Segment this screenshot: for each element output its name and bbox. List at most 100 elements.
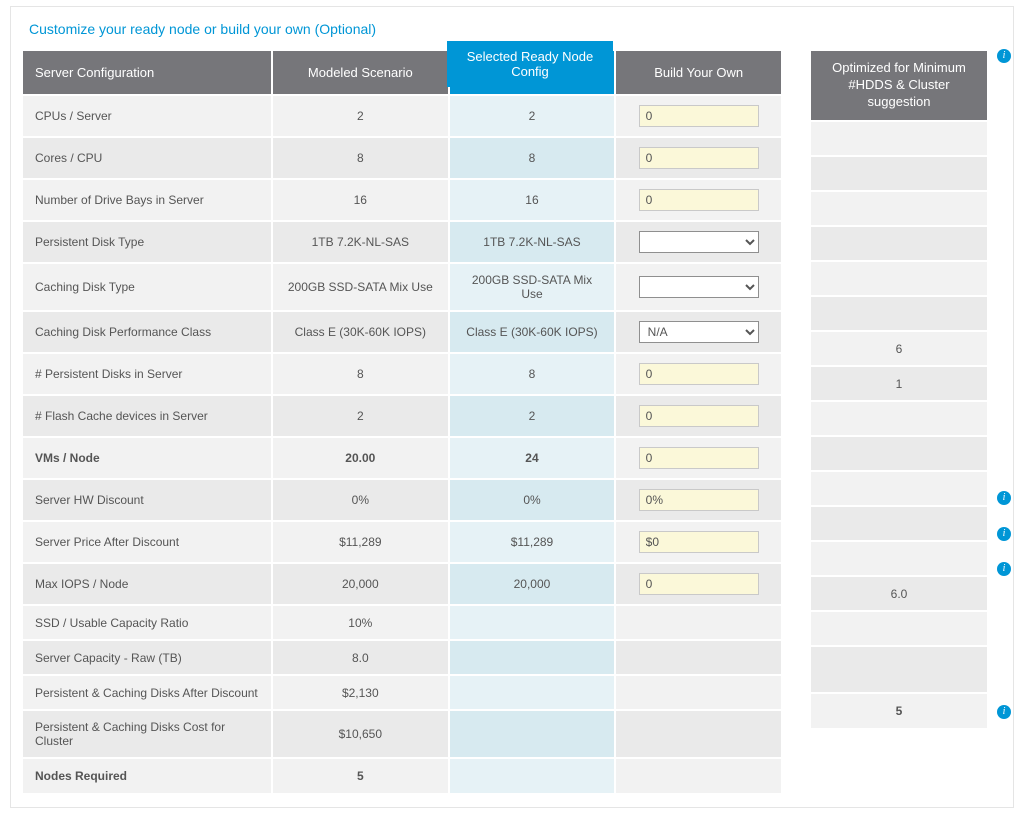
info-icon[interactable]: [997, 491, 1011, 505]
col-modeled-scenario: Modeled Scenario: [272, 51, 449, 95]
optimized-row: [811, 401, 987, 436]
modeled-value: Class E (30K-60K IOPS): [272, 311, 449, 353]
modeled-value: 200GB SSD-SATA Mix Use: [272, 263, 449, 311]
optimized-row: [811, 471, 987, 506]
optimized-value: [811, 471, 987, 506]
optimized-row: 5: [811, 693, 987, 728]
byo-cell: [615, 395, 782, 437]
optimized-value: [811, 541, 987, 576]
row-label: Persistent Disk Type: [23, 221, 272, 263]
byo-cell: [615, 758, 782, 793]
byo-input-bays[interactable]: [639, 189, 759, 211]
config-table: Server Configuration Modeled Scenario Se…: [23, 51, 783, 793]
col-build-your-own: Build Your Own: [615, 51, 782, 95]
optimized-value: [811, 261, 987, 296]
table-row: Persistent & Caching Disks Cost for Clus…: [23, 710, 782, 758]
modeled-value: $11,289: [272, 521, 449, 563]
row-label: # Flash Cache devices in Server: [23, 395, 272, 437]
byo-cell: [615, 263, 782, 311]
optimized-value: 1: [811, 366, 987, 401]
byo-select-pdisk_type[interactable]: [639, 231, 759, 253]
main-table-container: Selected Ready Node Config Server Config…: [23, 51, 783, 793]
byo-input-vms[interactable]: [639, 447, 759, 469]
byo-cell: [615, 521, 782, 563]
modeled-value: 8: [272, 137, 449, 179]
selected-value: 1TB 7.2K-NL-SAS: [449, 221, 616, 263]
byo-cell: [615, 675, 782, 710]
table-row: # Flash Cache devices in Server22: [23, 395, 782, 437]
modeled-value: 5: [272, 758, 449, 793]
optimized-row: 6: [811, 331, 987, 366]
selected-value: 200GB SSD-SATA Mix Use: [449, 263, 616, 311]
table-row: Caching Disk Type200GB SSD-SATA Mix Use2…: [23, 263, 782, 311]
table-row: Cores / CPU88: [23, 137, 782, 179]
selected-value: 8: [449, 353, 616, 395]
row-label: CPUs / Server: [23, 95, 272, 137]
row-label: Server Price After Discount: [23, 521, 272, 563]
byo-cell: [615, 605, 782, 640]
info-icon[interactable]: [997, 562, 1011, 576]
selected-value: 8: [449, 137, 616, 179]
info-icon[interactable]: [997, 527, 1011, 541]
optimized-value: [811, 436, 987, 471]
optimized-row: [811, 506, 987, 541]
table-row: Number of Drive Bays in Server1616: [23, 179, 782, 221]
optimized-row: [811, 646, 987, 693]
selected-value: [449, 758, 616, 793]
row-label: Max IOPS / Node: [23, 563, 272, 605]
row-label: # Persistent Disks in Server: [23, 353, 272, 395]
info-icon[interactable]: [997, 705, 1011, 719]
optimized-row: [811, 191, 987, 226]
selected-value: [449, 675, 616, 710]
modeled-value: 2: [272, 95, 449, 137]
selected-value: 0%: [449, 479, 616, 521]
table-row: Caching Disk Performance ClassClass E (3…: [23, 311, 782, 353]
optimized-row: 1: [811, 366, 987, 401]
byo-cell: [615, 710, 782, 758]
modeled-value: 1TB 7.2K-NL-SAS: [272, 221, 449, 263]
table-row: Nodes Required5: [23, 758, 782, 793]
byo-cell: N/A: [615, 311, 782, 353]
byo-cell: [615, 95, 782, 137]
table-row: Server Price After Discount$11,289$11,28…: [23, 521, 782, 563]
selected-value: [449, 605, 616, 640]
optimized-row: [811, 436, 987, 471]
optimized-value: [811, 646, 987, 693]
byo-cell: [615, 437, 782, 479]
table-row: Persistent & Caching Disks After Discoun…: [23, 675, 782, 710]
optimized-value: [811, 121, 987, 156]
table-row: Persistent Disk Type1TB 7.2K-NL-SAS1TB 7…: [23, 221, 782, 263]
optimized-value: 5: [811, 693, 987, 728]
selected-value: 20,000: [449, 563, 616, 605]
info-icon[interactable]: [997, 49, 1011, 63]
optimized-row: [811, 296, 987, 331]
optimized-row: [811, 261, 987, 296]
optimized-value: [811, 506, 987, 541]
byo-select-cdisk_perf[interactable]: N/A: [639, 321, 759, 343]
byo-input-hwdisc[interactable]: [639, 489, 759, 511]
byo-input-spad[interactable]: [639, 531, 759, 553]
modeled-value: 16: [272, 179, 449, 221]
modeled-value: 10%: [272, 605, 449, 640]
byo-input-nflash[interactable]: [639, 405, 759, 427]
byo-cell: [615, 479, 782, 521]
selected-value: Class E (30K-60K IOPS): [449, 311, 616, 353]
selected-value: [449, 640, 616, 675]
byo-cell: [615, 353, 782, 395]
byo-input-npdisks[interactable]: [639, 363, 759, 385]
optimized-row: [811, 121, 987, 156]
byo-input-cores[interactable]: [639, 147, 759, 169]
byo-input-cpus[interactable]: [639, 105, 759, 127]
row-label: Persistent & Caching Disks After Discoun…: [23, 675, 272, 710]
modeled-value: 8.0: [272, 640, 449, 675]
row-label: Caching Disk Performance Class: [23, 311, 272, 353]
selected-value: 2: [449, 95, 616, 137]
row-label: Number of Drive Bays in Server: [23, 179, 272, 221]
byo-select-cdisk_type[interactable]: [639, 276, 759, 298]
byo-input-maxiops[interactable]: [639, 573, 759, 595]
selected-value: $11,289: [449, 521, 616, 563]
optimized-value: [811, 401, 987, 436]
optimized-table: Optimized for Minimum #HDDS & Cluster su…: [811, 51, 987, 728]
row-label: Caching Disk Type: [23, 263, 272, 311]
table-row: SSD / Usable Capacity Ratio10%: [23, 605, 782, 640]
